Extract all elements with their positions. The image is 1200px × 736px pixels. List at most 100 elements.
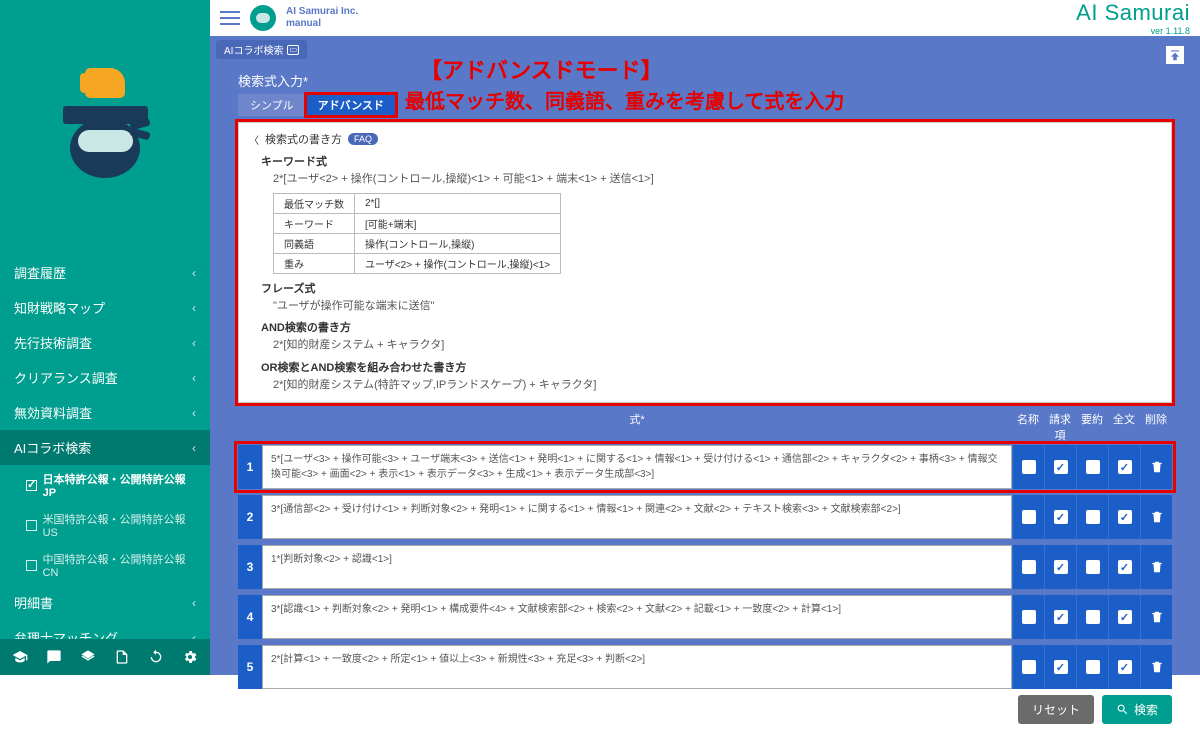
help-phrase-head: フレーズ式 — [261, 280, 1161, 296]
checkbox-cell[interactable] — [1012, 645, 1044, 689]
formula-input[interactable]: 5*[ユーザ<3> + 操作可能<3> + ユーザ端末<3> + 送信<1> +… — [262, 445, 1012, 489]
chevron-left-icon: ‹ — [192, 266, 196, 280]
help-orand-ex: 2*[知的財産システム(特許マップ,IPランドスケープ) + キャラクタ] — [273, 377, 1161, 395]
checkbox-cell[interactable] — [1012, 445, 1044, 489]
row-controls: ✓✓ — [1012, 445, 1172, 489]
col-claim: 請求項 — [1044, 411, 1076, 443]
formula-input[interactable]: 3*[通信部<2> + 受け付け<1> + 判断対象<2> + 発明<1> + … — [262, 495, 1012, 539]
checkbox-cell[interactable] — [1012, 545, 1044, 589]
row-number: 3 — [238, 545, 262, 589]
chevron-left-icon: ‹ — [192, 336, 196, 350]
hamburger-icon[interactable] — [220, 11, 240, 25]
formula-input[interactable]: 3*[認識<1> + 判断対象<2> + 発明<1> + 構成要件<4> + 文… — [262, 595, 1012, 639]
tab-close-icon[interactable]: ▭ — [287, 45, 299, 55]
trash-icon — [1150, 610, 1164, 624]
chevron-left-icon: ‹ — [192, 371, 196, 385]
sidebar: 調査履歴‹ 知財戦略マップ‹ 先行技術調査‹ クリアランス調査‹ 無効資料調査‹… — [0, 0, 210, 675]
checkbox-cell[interactable] — [1012, 495, 1044, 539]
gear-icon[interactable] — [182, 648, 198, 666]
col-name: 名称 — [1012, 411, 1044, 443]
formula-input[interactable]: 2*[計算<1> + 一致度<2> + 所定<1> + 値以上<3> + 新規性… — [262, 645, 1012, 689]
tab-chip-aicollab[interactable]: AIコラボ検索▭ — [216, 40, 307, 59]
checkbox-cell[interactable]: ✓ — [1044, 495, 1076, 539]
nav-item-spec[interactable]: 明細書‹ — [0, 585, 210, 620]
col-fulltext: 全文 — [1108, 411, 1140, 443]
tab-simple[interactable]: シンプル — [238, 94, 306, 116]
checkbox-cell[interactable]: ✓ — [1044, 595, 1076, 639]
row-controls: ✓✓ — [1012, 545, 1172, 589]
checkbox-cell[interactable]: ✓ — [1108, 495, 1140, 539]
checkbox-cell[interactable]: ✓ — [1108, 545, 1140, 589]
refresh-icon[interactable] — [148, 648, 164, 666]
help-table: 最低マッチ数2*[] キーワード[可能+端末] 同義語操作(コントロール,操縦)… — [273, 193, 561, 274]
checkbox-cell[interactable]: ✓ — [1108, 445, 1140, 489]
header-bar: AI Samurai Inc. manual AI Samurai ver 1.… — [210, 0, 1200, 36]
page-title: 検索式入力* — [238, 71, 1172, 90]
help-panel: 〈 検索式の書き方 FAQ キーワード式 2*[ユーザ<2> + 操作(コントロ… — [238, 122, 1172, 403]
sub-item-cn[interactable]: 中国特許公報・公開特許公報 CN — [0, 545, 210, 585]
graduation-cap-icon[interactable] — [12, 648, 28, 666]
footer-buttons: リセット 検索 — [238, 695, 1172, 724]
trash-icon — [1150, 460, 1164, 474]
nav-item-history[interactable]: 調査履歴‹ — [0, 255, 210, 290]
reset-button[interactable]: リセット — [1018, 695, 1094, 724]
row-number: 5 — [238, 645, 262, 689]
delete-button[interactable] — [1140, 445, 1172, 489]
avatar[interactable] — [250, 5, 276, 31]
checkbox-icon — [26, 520, 37, 531]
main-area: AI Samurai Inc. manual AI Samurai ver 1.… — [210, 0, 1200, 675]
faq-badge[interactable]: FAQ — [348, 133, 378, 145]
row-number: 2 — [238, 495, 262, 539]
checkbox-cell[interactable]: ✓ — [1108, 595, 1140, 639]
checkbox-cell[interactable]: ✓ — [1044, 445, 1076, 489]
checkbox-cell[interactable]: ✓ — [1044, 545, 1076, 589]
tab-strip: AIコラボ検索▭ — [210, 36, 1200, 63]
help-and-head: AND検索の書き方 — [261, 319, 1161, 335]
nav-item-priorart[interactable]: 先行技術調査‹ — [0, 325, 210, 360]
checkbox-cell[interactable]: ✓ — [1108, 645, 1140, 689]
brand-block: AI Samurai ver 1.11.8 — [1076, 0, 1190, 36]
delete-button[interactable] — [1140, 595, 1172, 639]
row-controls: ✓✓ — [1012, 595, 1172, 639]
checkbox-cell[interactable] — [1012, 595, 1044, 639]
chevron-left-icon: ‹ — [192, 596, 196, 610]
sub-item-us[interactable]: 米国特許公報・公開特許公報 US — [0, 505, 210, 545]
chevron-left-icon: ‹ — [192, 406, 196, 420]
checkbox-cell[interactable] — [1076, 595, 1108, 639]
nav-item-ipmap[interactable]: 知財戦略マップ‹ — [0, 290, 210, 325]
trash-icon — [1150, 660, 1164, 674]
row-number: 1 — [238, 445, 262, 489]
formula-row: 43*[認識<1> + 判断対象<2> + 発明<1> + 構成要件<4> + … — [238, 595, 1172, 639]
checkbox-cell[interactable] — [1076, 545, 1108, 589]
checkbox-cell[interactable]: ✓ — [1044, 645, 1076, 689]
formula-input[interactable]: 1*[判断対象<2> + 認識<1>] — [262, 545, 1012, 589]
row-number: 4 — [238, 595, 262, 639]
nav-item-invalidity[interactable]: 無効資料調査‹ — [0, 395, 210, 430]
chat-icon[interactable] — [46, 648, 62, 666]
formula-row: 31*[判断対象<2> + 認識<1>]✓✓ — [238, 545, 1172, 589]
formula-row: 23*[通信部<2> + 受け付け<1> + 判断対象<2> + 発明<1> +… — [238, 495, 1172, 539]
sub-item-jp[interactable]: 日本特許公報・公開特許公報 JP — [0, 465, 210, 505]
col-delete: 削除 — [1140, 411, 1172, 443]
document-icon[interactable] — [114, 648, 130, 666]
delete-button[interactable] — [1140, 545, 1172, 589]
grid-header: 式* 名称 請求項 要約 全文 削除 — [238, 409, 1172, 445]
layers-icon[interactable] — [80, 648, 96, 666]
delete-button[interactable] — [1140, 495, 1172, 539]
ninja-logo-icon — [60, 68, 150, 188]
search-icon — [1116, 703, 1129, 716]
nav-item-clearance[interactable]: クリアランス調査‹ — [0, 360, 210, 395]
nav-list: 調査履歴‹ 知財戦略マップ‹ 先行技術調査‹ クリアランス調査‹ 無効資料調査‹… — [0, 255, 210, 655]
checkbox-cell[interactable] — [1076, 645, 1108, 689]
collapse-caret-icon[interactable]: 〈 — [249, 132, 259, 147]
delete-button[interactable] — [1140, 645, 1172, 689]
checkbox-cell[interactable] — [1076, 445, 1108, 489]
user-info: AI Samurai Inc. manual — [286, 6, 358, 30]
tab-advanced[interactable]: アドバンスド — [306, 94, 396, 116]
bottom-toolbar — [0, 639, 210, 675]
checkbox-icon — [26, 560, 37, 571]
checkbox-cell[interactable] — [1076, 495, 1108, 539]
nav-item-aicollab[interactable]: AIコラボ検索‹ — [0, 430, 210, 465]
col-abstract: 要約 — [1076, 411, 1108, 443]
search-button[interactable]: 検索 — [1102, 695, 1172, 724]
